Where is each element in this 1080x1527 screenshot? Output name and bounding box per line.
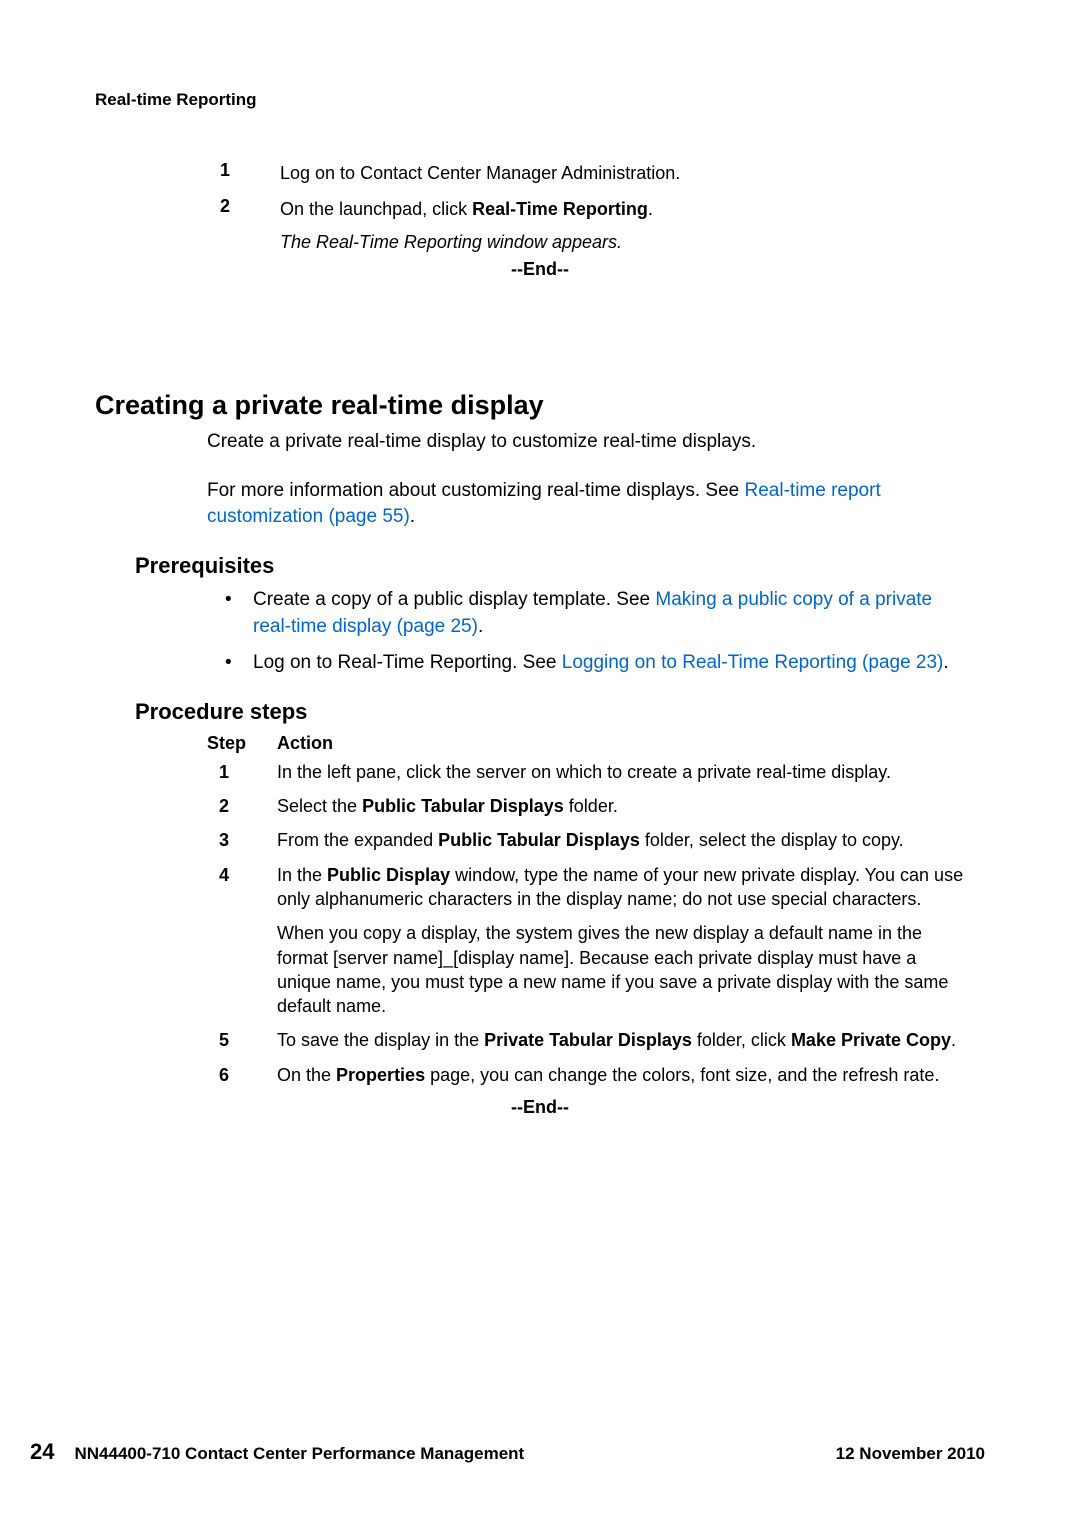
procedure-heading: Procedure steps (135, 699, 985, 725)
step-text: On the Properties page, you can change t… (277, 1063, 975, 1087)
text: . (648, 199, 653, 219)
section-heading: Creating a private real-time display (95, 390, 985, 421)
page-number: 24 (30, 1439, 54, 1465)
result-text: The Real-Time Reporting window appears. (280, 232, 985, 253)
step-number: 3 (207, 828, 277, 852)
step-text: On the launchpad, click Real-Time Report… (280, 196, 945, 222)
end-marker: --End-- (95, 1097, 985, 1118)
bold-text: Public Tabular Displays (438, 830, 640, 850)
text: In the (277, 865, 327, 885)
text: folder, select the display to copy. (640, 830, 904, 850)
text: folder, click (692, 1030, 791, 1050)
text: page, you can change the colors, font si… (425, 1065, 939, 1085)
procedure-step-row: 4 In the Public Display window, type the… (207, 863, 975, 912)
list-item-body: Create a copy of a public display templa… (253, 587, 975, 640)
bold-text: Properties (336, 1065, 425, 1085)
bullet-icon: • (225, 587, 253, 640)
step-text: Select the Public Tabular Displays folde… (277, 794, 975, 818)
text: To save the display in the (277, 1030, 484, 1050)
list-item-body: Log on to Real-Time Reporting. See Loggi… (253, 650, 975, 677)
section-paragraph: For more information about customizing r… (207, 478, 975, 531)
procedure-step-row: 1 In the left pane, click the server on … (207, 760, 975, 784)
section-paragraph: Create a private real-time display to cu… (207, 429, 975, 456)
intro-steps: 1 Log on to Contact Center Manager Admin… (220, 160, 945, 222)
step-subtext: When you copy a display, the system give… (277, 921, 975, 1018)
list-item: • Log on to Real-Time Reporting. See Log… (225, 650, 975, 677)
bold-text: Real-Time Reporting (472, 199, 648, 219)
text: Create a copy of a public display templa… (253, 589, 655, 610)
footer-date: 12 November 2010 (836, 1444, 985, 1464)
text: . (478, 616, 483, 637)
step-number: 5 (207, 1028, 277, 1052)
step-text: To save the display in the Private Tabul… (277, 1028, 975, 1052)
page-footer: 24 NN44400-710 Contact Center Performanc… (0, 1439, 1080, 1465)
bold-text: Public Tabular Displays (362, 796, 564, 816)
running-header: Real-time Reporting (95, 90, 985, 110)
bullet-icon: • (225, 650, 253, 677)
prerequisites-heading: Prerequisites (135, 553, 985, 579)
procedure-table-header: Step Action (207, 733, 985, 754)
bold-text: Private Tabular Displays (484, 1030, 692, 1050)
column-header-action: Action (277, 733, 333, 754)
step-text: From the expanded Public Tabular Display… (277, 828, 975, 852)
step-text: In the Public Display window, type the n… (277, 863, 975, 912)
step-number: 4 (207, 863, 277, 912)
step-number: 1 (220, 160, 280, 186)
prerequisites-list: • Create a copy of a public display temp… (225, 587, 975, 677)
text: Select the (277, 796, 362, 816)
procedure-step-row: 6 On the Properties page, you can change… (207, 1063, 975, 1087)
text: Log on to Real-Time Reporting. See (253, 652, 562, 673)
intro-step-row: 1 Log on to Contact Center Manager Admin… (220, 160, 945, 186)
step-text: In the left pane, click the server on wh… (277, 760, 975, 784)
end-marker: --End-- (95, 259, 985, 280)
step-number: 1 (207, 760, 277, 784)
step-text: Log on to Contact Center Manager Adminis… (280, 160, 945, 186)
footer-doc-title: NN44400-710 Contact Center Performance M… (74, 1444, 835, 1464)
procedure-step-row: 5 To save the display in the Private Tab… (207, 1028, 975, 1052)
text: . (951, 1030, 956, 1050)
page-root: Real-time Reporting 1 Log on to Contact … (0, 0, 1080, 1527)
bold-text: Public Display (327, 865, 450, 885)
bold-text: Make Private Copy (791, 1030, 951, 1050)
procedure-step-row: 2 Select the Public Tabular Displays fol… (207, 794, 975, 818)
step-number: 2 (220, 196, 280, 222)
text: On the (277, 1065, 336, 1085)
xref-link[interactable]: Logging on to Real-Time Reporting (page … (562, 652, 944, 673)
column-header-step: Step (207, 733, 277, 754)
list-item: • Create a copy of a public display temp… (225, 587, 975, 640)
text: For more information about customizing r… (207, 480, 745, 501)
text: folder. (564, 796, 618, 816)
procedure-step-row: 3 From the expanded Public Tabular Displ… (207, 828, 975, 852)
text: On the launchpad, click (280, 199, 472, 219)
text: From the expanded (277, 830, 438, 850)
step-number: 6 (207, 1063, 277, 1087)
text: . (410, 506, 415, 527)
text: . (943, 652, 948, 673)
step-number: 2 (207, 794, 277, 818)
intro-step-row: 2 On the launchpad, click Real-Time Repo… (220, 196, 945, 222)
